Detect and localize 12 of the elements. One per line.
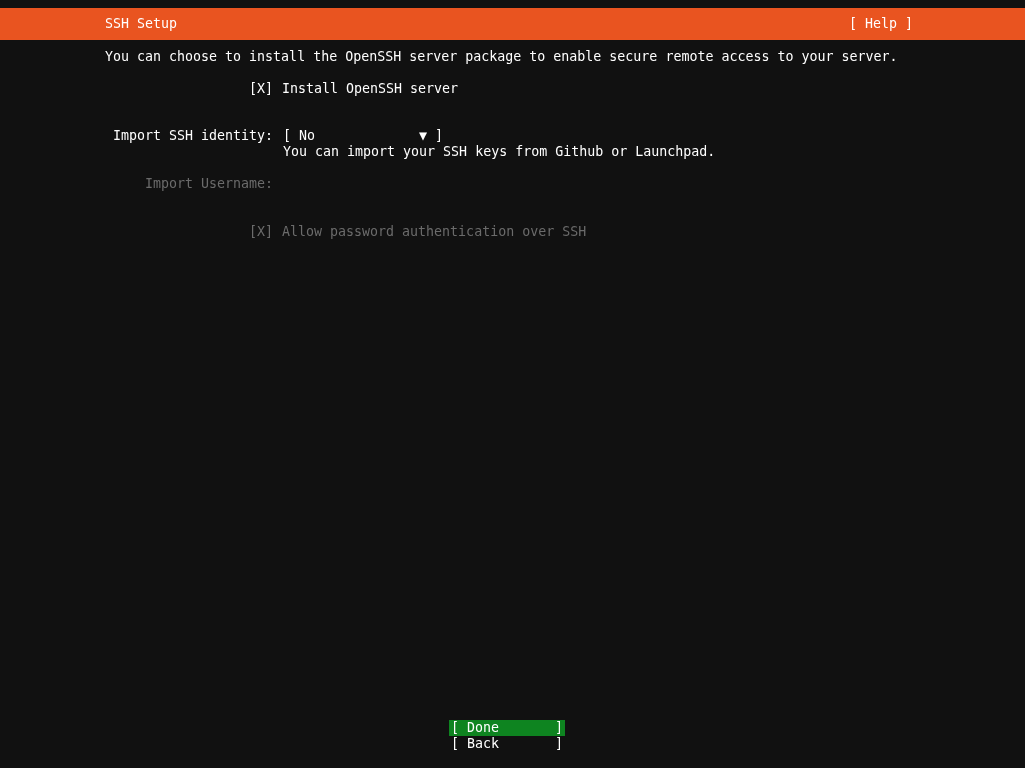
dropdown[interactable]: [ No ▼ ] — [283, 128, 716, 144]
checkbox-label: Allow password authentication over SSH — [282, 224, 587, 240]
screen-title: SSH Setup — [105, 16, 178, 32]
checkbox[interactable]: [X] — [248, 81, 273, 97]
field-label: Import SSH identity: — [112, 128, 273, 145]
action-button[interactable]: [ Done ] — [449, 720, 566, 736]
description-text: You can choose to install the OpenSSH server package to enable secure remote access to your server. — [105, 49, 899, 65]
help-button[interactable]: [ Help ] — [848, 16, 913, 32]
action-button[interactable]: [ Back ] — [449, 736, 566, 752]
checkbox-label: Install OpenSSH server — [282, 81, 459, 97]
hint-text: You can import your SSH keys from Github or Launchpad. — [283, 144, 716, 160]
field-label: Import Username: — [144, 176, 273, 193]
